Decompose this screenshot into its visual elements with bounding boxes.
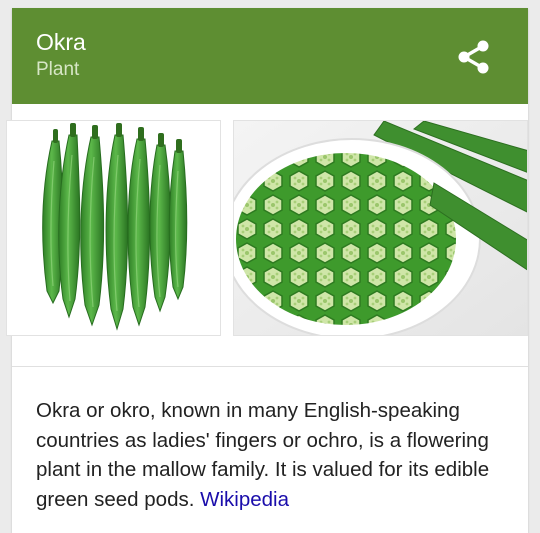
image-carousel[interactable] (0, 112, 528, 352)
wikipedia-link[interactable]: Wikipedia (200, 488, 289, 511)
okra-pods-photo[interactable] (6, 120, 221, 336)
sliced-okra-photo[interactable] (233, 120, 528, 336)
panel-title: Okra (36, 29, 86, 55)
panel-subtitle: Plant (36, 59, 80, 80)
share-icon[interactable] (456, 38, 492, 76)
panel-header: Okra Plant (12, 8, 528, 104)
